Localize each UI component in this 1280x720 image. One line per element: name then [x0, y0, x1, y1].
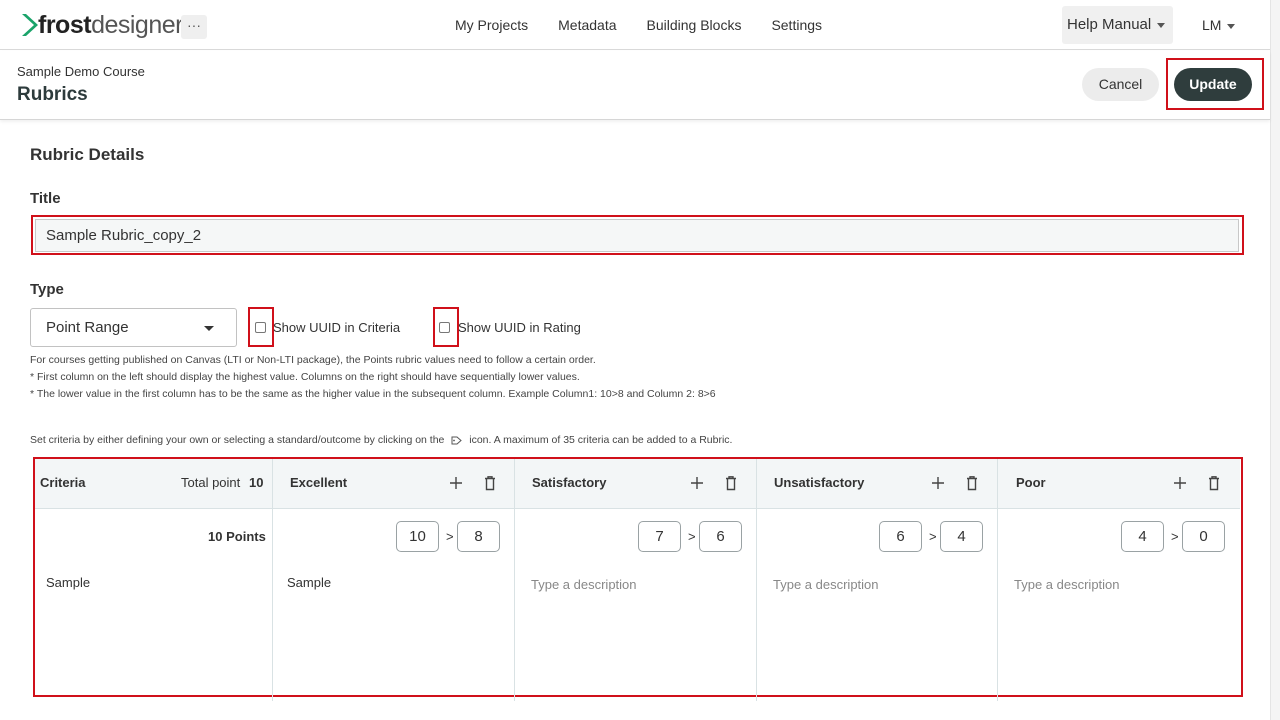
- show-uuid-rating-label[interactable]: Show UUID in Rating: [458, 320, 581, 335]
- title-input[interactable]: Sample Rubric_copy_2: [35, 219, 1239, 252]
- add-rating-icon[interactable]: [449, 475, 463, 491]
- add-rating-icon[interactable]: [931, 475, 945, 491]
- nav-my-projects[interactable]: My Projects: [455, 17, 528, 33]
- rubric-table: Criteria Total point 10 Excellent Satisf…: [35, 459, 1240, 701]
- rating-header-poor[interactable]: Poor: [1016, 459, 1046, 509]
- rating-description-placeholder[interactable]: Type a description: [773, 577, 879, 592]
- rating-high-input[interactable]: 7: [638, 521, 681, 552]
- user-initials: LM: [1202, 17, 1222, 33]
- caret-down-icon: [1157, 22, 1166, 28]
- trash-icon[interactable]: [1207, 475, 1221, 491]
- criteria-points-label: Points: [226, 529, 266, 544]
- show-uuid-criteria-label[interactable]: Show UUID in Criteria: [273, 320, 400, 335]
- top-navbar: frostdesigner ··· My Projects Metadata B…: [0, 0, 1270, 50]
- rating-header-unsatisfactory[interactable]: Unsatisfactory: [774, 459, 864, 509]
- canvas-note-line-1: For courses getting published on Canvas …: [30, 354, 596, 366]
- rating-low-input[interactable]: 4: [940, 521, 983, 552]
- page-header: Sample Demo Course Rubrics Cancel Update: [0, 51, 1270, 120]
- type-select[interactable]: Point Range: [30, 308, 237, 347]
- rating-description-placeholder[interactable]: Type a description: [531, 577, 637, 592]
- caret-down-icon: [1227, 23, 1236, 29]
- column-divider: [756, 459, 757, 701]
- nav-settings[interactable]: Settings: [771, 17, 822, 33]
- page-title: Rubrics: [17, 84, 88, 105]
- caret-down-icon: [204, 326, 214, 331]
- canvas-note-line-2: * First column on the left should displa…: [30, 371, 580, 383]
- page-scrollbar[interactable]: [1270, 0, 1280, 720]
- total-point-label: Total point: [181, 475, 241, 490]
- show-uuid-rating-checkbox[interactable]: [439, 322, 450, 333]
- criteria-description[interactable]: Sample: [46, 575, 90, 590]
- criteria-hint-start: Set criteria by either defining your own…: [30, 434, 445, 446]
- rating-low-input[interactable]: 8: [457, 521, 500, 552]
- criteria-points: 10 Points: [208, 529, 266, 544]
- nav-building-blocks[interactable]: Building Blocks: [647, 17, 742, 33]
- help-manual-label: Help Manual: [1067, 16, 1152, 33]
- rating-header-satisfactory[interactable]: Satisfactory: [532, 459, 606, 509]
- rating-description-placeholder[interactable]: Type a description: [1014, 577, 1120, 592]
- criteria-points-value: 10: [208, 529, 223, 544]
- user-menu-dropdown[interactable]: LM: [1202, 6, 1236, 44]
- range-separator: >: [446, 529, 454, 544]
- canvas-note-line-3: * The lower value in the first column ha…: [30, 388, 716, 400]
- trash-icon[interactable]: [483, 475, 497, 491]
- column-divider: [997, 459, 998, 701]
- rating-header-excellent[interactable]: Excellent: [290, 459, 347, 509]
- logo-chevron-icon: [22, 14, 38, 36]
- criteria-hint: Set criteria by either defining your own…: [30, 434, 732, 446]
- trash-icon[interactable]: [724, 475, 738, 491]
- type-select-value: Point Range: [46, 319, 129, 336]
- rating-high-input[interactable]: 4: [1121, 521, 1164, 552]
- rating-high-input[interactable]: 6: [879, 521, 922, 552]
- column-divider: [514, 459, 515, 701]
- cancel-button[interactable]: Cancel: [1082, 68, 1159, 101]
- nav-metadata[interactable]: Metadata: [558, 17, 616, 33]
- rating-low-input[interactable]: 6: [699, 521, 742, 552]
- criteria-hint-end: icon. A maximum of 35 criteria can be ad…: [469, 434, 733, 446]
- range-separator: >: [1171, 529, 1179, 544]
- criteria-header: Criteria: [40, 475, 86, 490]
- section-title: Rubric Details: [30, 145, 145, 164]
- show-uuid-criteria-checkbox[interactable]: [255, 322, 266, 333]
- tag-icon: [451, 436, 463, 445]
- logo-text: frostdesigner: [38, 11, 183, 39]
- update-button[interactable]: Update: [1174, 68, 1252, 101]
- rating-low-input[interactable]: 0: [1182, 521, 1225, 552]
- main-nav: My Projects Metadata Building Blocks Set…: [455, 0, 852, 50]
- add-rating-icon[interactable]: [1173, 475, 1187, 491]
- rating-high-input[interactable]: 10: [396, 521, 439, 552]
- help-manual-dropdown[interactable]: Help Manual: [1062, 6, 1173, 44]
- range-separator: >: [929, 529, 937, 544]
- frost-designer-logo[interactable]: frostdesigner: [20, 10, 183, 40]
- title-label: Title: [30, 190, 61, 207]
- add-rating-icon[interactable]: [690, 475, 704, 491]
- more-menu-button[interactable]: ···: [181, 15, 207, 39]
- trash-icon[interactable]: [965, 475, 979, 491]
- column-divider: [272, 459, 273, 701]
- total-point-value: 10: [249, 475, 264, 490]
- type-label: Type: [30, 281, 64, 298]
- rating-description[interactable]: Sample: [287, 575, 331, 590]
- course-name: Sample Demo Course: [17, 64, 145, 79]
- range-separator: >: [688, 529, 696, 544]
